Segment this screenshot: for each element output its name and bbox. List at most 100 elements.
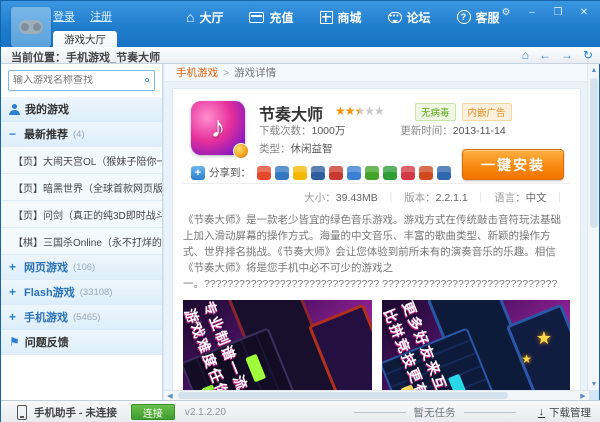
app-logo (11, 7, 51, 47)
downloads-value: 1000万 (312, 125, 346, 137)
badges: 无病毒 内嵌广告 (415, 103, 512, 121)
share-icon-douban[interactable] (365, 166, 379, 180)
sidebar-game-anheishijie[interactable]: 【页】暗黑世界（全球首款网页版暗黑巨作） (1, 174, 162, 201)
close-button[interactable]: ✕ (573, 5, 595, 20)
share-plus-icon[interactable]: + (191, 166, 205, 180)
breadcrumb-current: 游戏详情 (234, 65, 276, 80)
webgames-count: (106) (73, 262, 95, 273)
breadcrumb-separator: > (223, 67, 229, 79)
vertical-scrollbar[interactable]: ▲ ▼ (587, 64, 599, 390)
task-status: 暂无任务 (414, 405, 456, 420)
home-nav-icon[interactable]: ⌂ (522, 48, 529, 62)
share-label: 分享到： (209, 165, 251, 180)
flashgames-label: Flash游戏 (24, 284, 75, 300)
horizontal-scrollbar[interactable]: ◀ ▶ (164, 390, 589, 400)
mobilegames-count: (5465) (73, 312, 100, 323)
download-manager-label: 下载管理 (549, 405, 591, 420)
horizontal-scroll-thumb[interactable] (178, 392, 508, 399)
language-label: 语言： (494, 192, 526, 204)
status-bar: 手机助手 - 未连接 连接 v2.1.2.20 暂无任务 ↓ 下载管理 (1, 400, 600, 422)
share-icon-mail[interactable] (437, 166, 451, 180)
language-value: 中文 (526, 192, 547, 204)
share-icon-kaixin[interactable] (383, 166, 397, 180)
main-nav: ⌂ 大厅 充值 商城 ••• 论坛 ? 客服 (186, 7, 500, 27)
type-row: 类型：休闲益智 (259, 141, 333, 156)
help-icon: ? (457, 10, 471, 24)
expand-icon[interactable]: + (9, 260, 19, 274)
sidebar-item-feedback[interactable]: ⚑ 问题反馈 (1, 330, 162, 355)
game-detail-page: ♪ 节奏大师 ★★★★★ ★★★★★ 无病毒 内嵌广告 下载次数：1000万 更… (172, 88, 581, 400)
flashgames-count: (33108) (80, 287, 113, 298)
expand-icon[interactable]: + (9, 285, 19, 299)
register-link[interactable]: 注册 (90, 11, 112, 23)
settings-button[interactable]: ⚙ (495, 5, 517, 20)
size-version-line: 大小：39.43MB ｜ 版本：2.2.1.1 ｜ 语言：中文 ｜ (183, 183, 570, 205)
share-icon-renren[interactable] (311, 166, 325, 180)
scroll-down-arrow[interactable]: ▼ (588, 378, 600, 390)
sidebar-category-mobilegames[interactable]: + 手机游戏 (5465) (1, 305, 162, 330)
download-manager-button[interactable]: ↓ 下载管理 (538, 405, 592, 420)
one-click-install-button[interactable]: 一键安装 (462, 149, 564, 180)
share-icon-taobao[interactable] (419, 166, 433, 180)
size-value: 39.43MB (336, 192, 378, 204)
forum-icon: ••• (388, 12, 402, 23)
app-title: 节奏大师 (259, 101, 323, 125)
search-input[interactable] (13, 75, 145, 86)
mall-icon (320, 11, 333, 24)
content-breadcrumb: 手机游戏 > 游戏详情 (164, 64, 589, 82)
collapse-icon[interactable]: − (9, 127, 19, 141)
minimize-button[interactable]: – (521, 5, 543, 20)
share-icon-sohu-weibo[interactable] (329, 166, 343, 180)
feedback-label: 问题反馈 (25, 334, 69, 350)
sidebar-game-wenjian[interactable]: 【页】问剑（真正的纯3D即时战斗游戏大作） (1, 201, 162, 228)
connect-button[interactable]: 连接 (131, 404, 175, 420)
location-bar: 当前位置：手机游戏_节奏大师 ⌂ ← → ↻ (1, 47, 600, 64)
download-icon: ↓ (538, 407, 546, 418)
home-icon: ⌂ (186, 10, 194, 24)
nav-support[interactable]: ? 客服 (457, 7, 500, 27)
login-link[interactable]: 登录 (53, 11, 75, 23)
nav-forum[interactable]: ••• 论坛 (388, 7, 431, 27)
sidebar-game-danaotiangong[interactable]: 【页】大闹天宫OL（猴妹子陪你一战到底） (1, 147, 162, 174)
auth-links: 登录 注册 (53, 8, 124, 24)
browser-nav: ⌂ ← → ↻ (522, 48, 593, 62)
sidebar-game-sanguosha[interactable]: 【棋】三国杀Online（永不打烊的在线桌游） (1, 228, 162, 255)
share-icon-qzone[interactable] (293, 166, 307, 180)
tab-game-hall[interactable]: 游戏大厅 (53, 31, 117, 47)
refresh-icon[interactable]: ↻ (583, 48, 593, 62)
nav-recharge[interactable]: 充值 (249, 7, 293, 27)
downloads-label: 下载次数： (259, 125, 312, 137)
share-icon-tencent-weibo[interactable] (275, 166, 289, 180)
type-label: 类型： (259, 143, 291, 155)
sidebar-category-flashgames[interactable]: + Flash游戏 (33108) (1, 280, 162, 305)
flag-icon: ⚑ (9, 336, 20, 348)
downloads-row: 下载次数：1000万 更新时间：2013-11-14 (259, 123, 506, 138)
expand-icon[interactable]: + (9, 310, 19, 324)
share-icon-pengyou[interactable] (401, 166, 415, 180)
breadcrumb-parent[interactable]: 手机游戏 (176, 65, 218, 80)
share-icon-baidu-tieba[interactable] (347, 166, 361, 180)
search-icon[interactable] (145, 75, 150, 86)
back-icon[interactable]: ← (539, 48, 551, 62)
nav-hall[interactable]: ⌂ 大厅 (186, 7, 223, 27)
sidebar: 我的游戏 − 最新推荐 (4) 【页】大闹天宫OL（猴妹子陪你一战到底） 【页】… (1, 64, 163, 400)
maximize-button[interactable]: ❐ (547, 5, 569, 20)
sidebar-section-recommend[interactable]: − 最新推荐 (4) (1, 122, 162, 147)
updated-label: 更新时间： (400, 125, 453, 137)
nav-mall[interactable]: 商城 (320, 7, 362, 27)
vertical-scroll-thumb[interactable] (590, 78, 598, 228)
scroll-up-arrow[interactable]: ▲ (588, 64, 600, 76)
person-icon (9, 104, 20, 115)
status-right: 暂无任务 ↓ 下载管理 (354, 405, 592, 420)
version-value: 2.2.1.1 (436, 192, 468, 204)
mobilegames-label: 手机游戏 (24, 309, 68, 325)
share-icon-sina-weibo[interactable] (257, 166, 271, 180)
nav-hall-label: 大厅 (199, 9, 223, 26)
current-location: 当前位置：手机游戏_节奏大师 (11, 49, 160, 65)
forward-icon[interactable]: → (561, 48, 573, 62)
rating-stars: ★★★★★ ★★★★★ (335, 104, 384, 118)
search-box (8, 70, 155, 91)
sidebar-item-my-games[interactable]: 我的游戏 (1, 97, 162, 122)
share-bar: + 分享到： (191, 165, 451, 180)
sidebar-category-webgames[interactable]: + 网页游戏 (106) (1, 255, 162, 280)
